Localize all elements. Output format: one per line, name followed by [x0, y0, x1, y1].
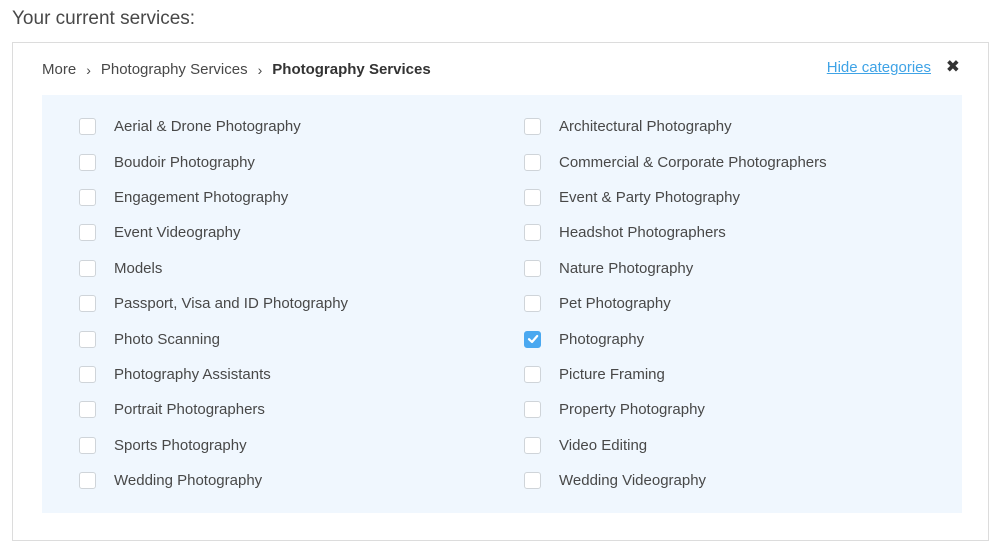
category-item[interactable]: Sports Photography [79, 428, 348, 463]
checkbox[interactable] [524, 401, 541, 419]
checkbox[interactable] [524, 472, 541, 490]
category-item[interactable]: Headshot Photographers [524, 215, 827, 250]
checkbox[interactable] [79, 295, 96, 313]
chevron-right-icon: › [86, 61, 91, 78]
category-item[interactable]: Video Editing [524, 428, 827, 463]
category-label: Picture Framing [559, 365, 665, 383]
checkbox[interactable] [79, 224, 96, 242]
category-item[interactable]: Engagement Photography [79, 180, 348, 215]
breadcrumb-item-photography-services[interactable]: Photography Services [101, 61, 248, 78]
category-item[interactable]: Photography [524, 321, 827, 356]
category-item[interactable]: Event & Party Photography [524, 180, 827, 215]
checkbox[interactable] [79, 259, 96, 277]
checkbox[interactable] [79, 153, 96, 171]
checkbox[interactable] [524, 295, 541, 313]
hide-categories-link[interactable]: Hide categories [827, 59, 931, 76]
checkbox[interactable] [79, 472, 96, 490]
category-label: Wedding Photography [114, 472, 263, 490]
category-item[interactable]: Photography Assistants [79, 357, 348, 392]
checkbox-checked[interactable] [524, 330, 541, 348]
category-label: Video Editing [559, 436, 648, 454]
breadcrumb-current: Photography Services [272, 61, 431, 78]
checkbox[interactable] [79, 118, 96, 136]
checkbox[interactable] [524, 188, 541, 206]
category-label: Sports Photography [114, 436, 247, 454]
category-item[interactable]: Models [79, 251, 348, 286]
category-label: Photo Scanning [114, 330, 220, 348]
category-label: Wedding Videography [559, 472, 707, 490]
category-item[interactable]: Property Photography [524, 392, 827, 427]
breadcrumb-item-more[interactable]: More [42, 61, 76, 78]
category-item[interactable]: Wedding Photography [79, 463, 348, 498]
checkbox[interactable] [79, 365, 96, 383]
checkbox[interactable] [79, 401, 96, 419]
category-label: Commercial & Corporate Photographers [559, 153, 827, 171]
category-label: Event Videography [114, 224, 241, 242]
category-label: Photography [559, 330, 645, 348]
checkbox[interactable] [524, 436, 541, 454]
category-item[interactable]: Nature Photography [524, 251, 827, 286]
categories-grid: Aerial & Drone Photography Boudoir Photog… [42, 95, 962, 513]
services-panel: More › Photography Services › Photograph… [12, 42, 989, 541]
categories-column-left: Aerial & Drone Photography Boudoir Photog… [79, 109, 348, 498]
checkbox[interactable] [524, 153, 541, 171]
category-label: Portrait Photographers [114, 401, 265, 419]
checkbox[interactable] [524, 224, 541, 242]
category-item[interactable]: Picture Framing [524, 357, 827, 392]
checkmark-icon [527, 334, 538, 344]
category-item[interactable]: Wedding Videography [524, 463, 827, 498]
close-icon[interactable]: ✖ [946, 57, 960, 77]
category-item[interactable]: Boudoir Photography [79, 144, 348, 179]
checkbox[interactable] [524, 259, 541, 277]
category-label: Property Photography [559, 401, 705, 419]
categories-column-right: Architectural Photography Commercial & Co… [524, 109, 827, 498]
category-item[interactable]: Event Videography [79, 215, 348, 250]
category-label: Event & Party Photography [559, 188, 740, 206]
checkbox[interactable] [524, 118, 541, 136]
category-item[interactable]: Architectural Photography [524, 109, 827, 144]
category-item[interactable]: Pet Photography [524, 286, 827, 321]
checkbox[interactable] [524, 365, 541, 383]
category-label: Engagement Photography [114, 188, 289, 206]
category-label: Pet Photography [559, 295, 671, 313]
checkbox[interactable] [79, 330, 96, 348]
category-label: Passport, Visa and ID Photography [114, 295, 349, 313]
category-label: Boudoir Photography [114, 153, 255, 171]
checkbox[interactable] [79, 436, 96, 454]
checkbox[interactable] [79, 188, 96, 206]
category-label: Nature Photography [559, 259, 694, 277]
category-label: Models [114, 259, 163, 277]
category-item[interactable]: Aerial & Drone Photography [79, 109, 348, 144]
category-label: Photography Assistants [114, 365, 271, 383]
page-heading: Your current services: [12, 8, 196, 29]
category-item[interactable]: Passport, Visa and ID Photography [79, 286, 348, 321]
category-item[interactable]: Portrait Photographers [79, 392, 348, 427]
category-label: Architectural Photography [559, 118, 732, 136]
category-label: Aerial & Drone Photography [114, 118, 301, 136]
breadcrumb: More › Photography Services › Photograph… [42, 61, 431, 78]
category-item[interactable]: Commercial & Corporate Photographers [524, 144, 827, 179]
category-item[interactable]: Photo Scanning [79, 321, 348, 356]
category-label: Headshot Photographers [559, 224, 726, 242]
chevron-right-icon: › [257, 61, 263, 78]
